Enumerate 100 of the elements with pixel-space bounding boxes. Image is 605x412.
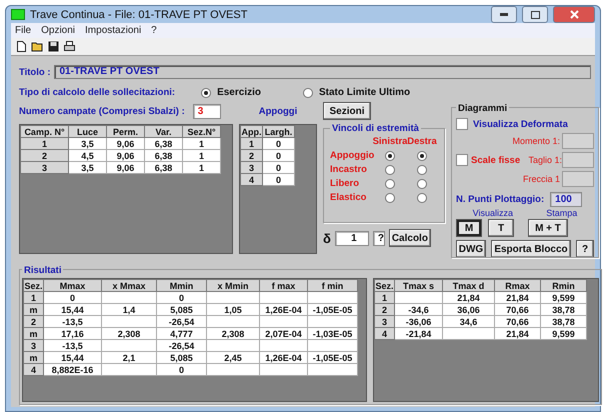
table-cell[interactable]: 1,26E-04	[260, 352, 308, 364]
row-header: m	[24, 304, 44, 316]
table-cell[interactable]: -26,54	[156, 340, 206, 352]
table-cell[interactable]: 21,84	[442, 292, 494, 304]
plot-points-field[interactable]: 100	[550, 192, 582, 207]
column-header[interactable]: Mmin	[156, 280, 206, 292]
table-cell[interactable]: 9,599	[540, 292, 586, 304]
row-header: 3	[240, 162, 262, 174]
table-cell[interactable]: -1,05E-05	[308, 352, 358, 364]
table-cell[interactable]: -34,6	[394, 304, 442, 316]
table-cell[interactable]: 38,78	[540, 316, 586, 328]
column-header[interactable]: x Mmin	[206, 280, 260, 292]
delta-symbol: δ	[323, 230, 331, 246]
row-header: 2	[374, 304, 394, 316]
table-cell[interactable]: 1,05	[206, 304, 260, 316]
menu-item[interactable]: File	[15, 25, 32, 36]
table-cell[interactable]: -1,03E-05	[308, 328, 358, 340]
column-header[interactable]: Largh.	[262, 126, 294, 138]
column-header[interactable]: f max	[260, 280, 308, 292]
table-cell[interactable]: 2,07E-04	[260, 328, 308, 340]
column-header[interactable]: Perm.	[106, 126, 144, 138]
table-cell[interactable]: 9,599	[540, 328, 586, 340]
menu-item[interactable]: ?	[151, 25, 157, 36]
data-grid[interactable]: Camp. N° Luce Perm. Var. Sez.N° 1 3,5 9,06 6,38 1 2 4,5 9,06 6,38 1 3 3,5 9,06 6,38 1	[19, 124, 233, 254]
column-header[interactable]: Sez.	[24, 280, 44, 292]
table-cell[interactable]: -1,05E-05	[308, 304, 358, 316]
table-cell[interactable]: 8,882E-16	[44, 364, 102, 376]
plot-points-label: N. Punti Plottaggio:	[456, 194, 544, 205]
table-cell[interactable]: 0	[156, 292, 206, 304]
column-header[interactable]: Tmax s	[394, 280, 442, 292]
table-cell[interactable]: -36,06	[394, 316, 442, 328]
calc-type-label: Tipo di calcolo delle sollecitazioni:	[19, 87, 176, 98]
table-cell[interactable]: 5,085	[156, 352, 206, 364]
column-header[interactable]: x Mmax	[102, 280, 156, 292]
print-label: Stampa	[546, 208, 578, 218]
row-header: 2	[24, 316, 44, 328]
column-header[interactable]: Sez.N°	[182, 126, 220, 138]
action-button[interactable]: ?	[576, 240, 594, 257]
constraint-label: Appoggio	[330, 150, 374, 161]
table-cell[interactable]: -13,5	[44, 340, 102, 352]
column-header[interactable]: Luce	[68, 126, 106, 138]
table-cell[interactable]: 15,44	[44, 304, 102, 316]
table-cell[interactable]: 21,84	[494, 292, 540, 304]
column-header[interactable]: Mmax	[44, 280, 102, 292]
column-header[interactable]: f min	[308, 280, 358, 292]
view-button[interactable]: M	[456, 219, 482, 237]
row-header: 1	[20, 138, 68, 150]
column-header[interactable]: Camp. N°	[20, 126, 68, 138]
table-cell[interactable]: 0	[44, 292, 102, 304]
menu-item[interactable]: Impostazioni	[85, 25, 142, 36]
table-cell[interactable]: 2,1	[102, 352, 156, 364]
field-label: Freccia 1	[522, 174, 560, 184]
sections-button[interactable]: Sezioni	[323, 102, 371, 120]
table-cell[interactable]: 36,06	[442, 304, 494, 316]
table-cell[interactable]: 2,308	[206, 328, 260, 340]
row-header: 2	[240, 150, 262, 162]
menu-item[interactable]: Opzioni	[41, 25, 76, 36]
calculate-button[interactable]: Calcolo	[388, 229, 431, 247]
table-cell[interactable]: 17,16	[44, 328, 102, 340]
data-grid[interactable]: Sez. Tmax s Tmax d Rmax Rmin 1 21,84 21,84 9,599 2 -34,6 36,06 70,66 38,78 3 -36,06 34,6 70,66 38,78 4 -21,84 21,84 9,599	[373, 278, 599, 402]
table-cell[interactable]: 2,45	[206, 352, 260, 364]
table-cell[interactable]: 0	[156, 364, 206, 376]
help-field[interactable]: ?	[372, 230, 385, 246]
column-header[interactable]: Rmax	[494, 280, 540, 292]
view-label: Visualizza	[472, 208, 513, 218]
table-cell[interactable]: 70,66	[494, 316, 540, 328]
column-header[interactable]: Var.	[144, 126, 182, 138]
table-cell[interactable]: 4,777	[156, 328, 206, 340]
table-cell[interactable]: 70,66	[494, 304, 540, 316]
column-header[interactable]: Rmin	[540, 280, 586, 292]
radio-option[interactable]: Esercizio	[201, 87, 261, 98]
radio-option[interactable]: Stato Limite Ultimo	[303, 87, 410, 98]
group-title: Risultati	[24, 265, 62, 276]
table-cell[interactable]: 2,308	[102, 328, 156, 340]
data-grid[interactable]: App. Largh. 1 0 2 0 3 0 4 0	[239, 124, 317, 254]
row-header: 1	[374, 292, 394, 304]
table-cell[interactable]: 34,6	[442, 316, 494, 328]
table-cell[interactable]: 5,085	[156, 304, 206, 316]
column-header[interactable]: Sez.	[374, 280, 394, 292]
action-button[interactable]: DWG	[456, 240, 486, 257]
table-cell[interactable]: -13,5	[44, 316, 102, 328]
column-header[interactable]: Tmax d	[442, 280, 494, 292]
print-button[interactable]: M + T	[528, 219, 568, 237]
table-cell[interactable]: 38,78	[540, 304, 586, 316]
column-label: Sinistra	[372, 136, 408, 147]
action-button[interactable]: Esporta Blocco	[491, 240, 571, 257]
table-cell[interactable]: 1,26E-04	[260, 304, 308, 316]
column-header[interactable]: App.	[240, 126, 262, 138]
row-header: 3	[20, 162, 68, 174]
row-header: m	[24, 352, 44, 364]
title-field[interactable]: 01-TRAVE PT OVEST	[54, 65, 591, 79]
span-count-field[interactable]: 3	[192, 104, 221, 118]
field-label: Taglio 1:	[528, 155, 562, 165]
table-cell[interactable]: 21,84	[494, 328, 540, 340]
table-cell[interactable]: 15,44	[44, 352, 102, 364]
table-cell[interactable]: -21,84	[394, 328, 442, 340]
table-cell[interactable]: 1,4	[102, 304, 156, 316]
view-button[interactable]: T	[488, 219, 514, 237]
delta-field[interactable]: 1	[334, 230, 369, 246]
table-cell[interactable]: -26,54	[156, 316, 206, 328]
